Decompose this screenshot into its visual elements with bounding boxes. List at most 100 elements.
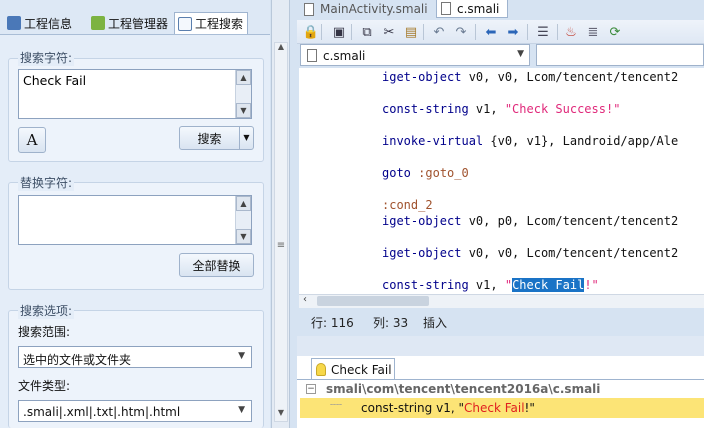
refresh-icon[interactable]: ⟳: [607, 24, 623, 40]
toolbar-separator: [423, 24, 424, 40]
status-line: 行: 116: [311, 316, 354, 330]
replace-input[interactable]: ▲ ▼: [18, 195, 252, 245]
chevron-down-icon: ▼: [517, 49, 524, 59]
scroll-down-icon[interactable]: ▼: [274, 408, 288, 422]
tab-c-smali[interactable]: c.smali: [436, 0, 508, 18]
redo-icon[interactable]: ↷: [453, 24, 469, 40]
document-icon: [304, 2, 314, 16]
toolbar-separator: [475, 24, 476, 40]
font-case-icon: A: [26, 131, 38, 149]
list-icon[interactable]: ≣: [585, 24, 601, 40]
forward-arrow-icon[interactable]: ➡: [505, 24, 521, 40]
code-label: :cond_2: [382, 198, 433, 212]
code-text: v0, v0, Lcom/tencent/tencent2: [461, 246, 679, 260]
results-tab[interactable]: Check Fail: [311, 358, 395, 380]
editor-toolbar: 🔒 ▣ ⧉ ✂ ▤ ↶ ↷ ⬅ ➡ ☰ ♨ ≣ ⟳: [297, 20, 704, 44]
status-column: 列: 33: [373, 316, 409, 330]
code-string: !": [584, 278, 599, 292]
android-icon: [91, 16, 105, 30]
splitter-grip-icon[interactable]: ≡: [275, 240, 287, 252]
match-suffix: !": [524, 401, 535, 415]
document-icon: [441, 2, 451, 15]
code-string: "Check Success!": [504, 102, 621, 116]
scroll-up-icon[interactable]: ▲: [236, 70, 251, 85]
results-tab-divider: [297, 379, 704, 380]
collapse-icon[interactable]: −: [306, 384, 316, 394]
replace-input-scrollbar[interactable]: ▲ ▼: [235, 196, 251, 244]
scroll-left-icon[interactable]: ‹: [303, 294, 315, 308]
undo-icon[interactable]: ↶: [431, 24, 447, 40]
scroll-up-icon[interactable]: ▲: [236, 196, 251, 211]
file-select-value: c.smali: [323, 49, 366, 63]
scrollbar-thumb[interactable]: [317, 296, 429, 306]
editor-status-bar: 行: 116 列: 33 插入: [297, 310, 704, 332]
search-button[interactable]: 搜索 ▼: [179, 126, 254, 150]
cut-icon[interactable]: ✂: [381, 24, 397, 40]
code-line: goto :goto_0: [382, 165, 469, 181]
status-mode: 插入: [423, 316, 448, 330]
code-keyword: iget-object: [382, 246, 462, 260]
paste-icon[interactable]: ▤: [403, 24, 419, 40]
search-button-label: 搜索: [197, 131, 222, 146]
copy-icon[interactable]: ⧉: [359, 24, 375, 40]
code-selection: Check Fail: [512, 278, 585, 292]
replace-all-button[interactable]: 全部替换: [179, 253, 254, 277]
scroll-down-icon[interactable]: ▼: [236, 103, 251, 118]
left-tab-strip: 工程信息 工程管理器 工程搜索: [0, 12, 270, 34]
result-match-row[interactable]: ┄┄ const-string v1, "Check Fail!": [300, 398, 704, 418]
code-line: const-string v1, "Check Fail!": [382, 277, 599, 293]
tab-label: 工程信息: [24, 16, 73, 31]
code-text: {v0, v1}, Landroid/app/Ale: [483, 134, 679, 148]
file-select[interactable]: c.smali ▼: [300, 44, 530, 66]
search-icon: [178, 16, 192, 31]
code-line: iget-object v0, v0, Lcom/tencent/tencent…: [382, 245, 678, 261]
member-select[interactable]: [536, 44, 704, 66]
match-case-button[interactable]: A: [18, 127, 46, 153]
chevron-down-icon: ▼: [238, 351, 245, 361]
replace-group-label: 替换字符:: [18, 174, 75, 191]
filetype-select-value: .smali|.xml|.txt|.htm|.html: [23, 405, 181, 419]
scope-select[interactable]: 选中的文件或文件夹 ▼: [18, 346, 252, 368]
code-string: ": [504, 278, 513, 292]
replace-all-button-label: 全部替换: [192, 258, 241, 273]
format-lines-icon[interactable]: ☰: [535, 24, 551, 40]
filetype-select[interactable]: .smali|.xml|.txt|.htm|.html ▼: [18, 400, 252, 422]
code-text: v0, v0, Lcom/tencent/tencent2: [461, 70, 679, 84]
back-arrow-icon[interactable]: ⬅: [483, 24, 499, 40]
project-info-icon: [7, 16, 21, 30]
toolbar-separator: [351, 24, 352, 40]
search-input-scrollbar[interactable]: ▲ ▼: [235, 70, 251, 118]
search-input-value: Check Fail: [23, 73, 87, 88]
editor-tab-label: c.smali: [457, 1, 500, 16]
code-keyword: goto: [382, 166, 411, 180]
tab-project-search[interactable]: 工程搜索: [174, 12, 248, 34]
code-line: :cond_2: [382, 197, 433, 213]
save-icon[interactable]: ▣: [331, 24, 347, 40]
code-keyword: invoke-virtual: [382, 134, 484, 148]
left-panel-scrollbar[interactable]: [274, 42, 288, 422]
tab-project-info[interactable]: 工程信息: [4, 12, 84, 34]
tab-mainactivity-smali[interactable]: MainActivity.smali: [300, 0, 432, 18]
match-prefix: const-string v1, ": [361, 401, 464, 415]
result-file-path[interactable]: smali\com\tencent\tencent2016a\c.smali: [326, 382, 600, 396]
chevron-down-icon: ▼: [238, 405, 245, 415]
toolbar-separator: [321, 24, 322, 40]
tree-connector: ┄┄: [330, 400, 343, 411]
code-keyword: iget-object: [382, 214, 462, 228]
chevron-down-icon[interactable]: ▼: [239, 127, 253, 149]
result-match-text: const-string v1, "Check Fail!": [361, 401, 535, 415]
filetype-label: 文件类型:: [18, 379, 71, 393]
java-icon[interactable]: ♨: [563, 24, 579, 40]
lock-icon[interactable]: 🔒: [303, 24, 319, 40]
results-header: [297, 336, 704, 356]
search-input[interactable]: Check Fail ▲ ▼: [18, 69, 252, 119]
scroll-down-icon[interactable]: ▼: [236, 229, 251, 244]
tab-project-manager[interactable]: 工程管理器: [88, 12, 172, 34]
code-line: invoke-virtual {v0, v1}, Landroid/app/Al…: [382, 133, 678, 149]
document-icon: [307, 49, 317, 62]
editor-tab-label: MainActivity.smali: [320, 2, 428, 16]
code-text: v0, p0, Lcom/tencent/tencent2: [461, 214, 679, 228]
code-text: v1,: [468, 102, 505, 116]
code-editor[interactable]: iget-object v0, v0, Lcom/tencent/tencent…: [319, 68, 704, 294]
scroll-up-icon[interactable]: ▲: [274, 42, 288, 56]
